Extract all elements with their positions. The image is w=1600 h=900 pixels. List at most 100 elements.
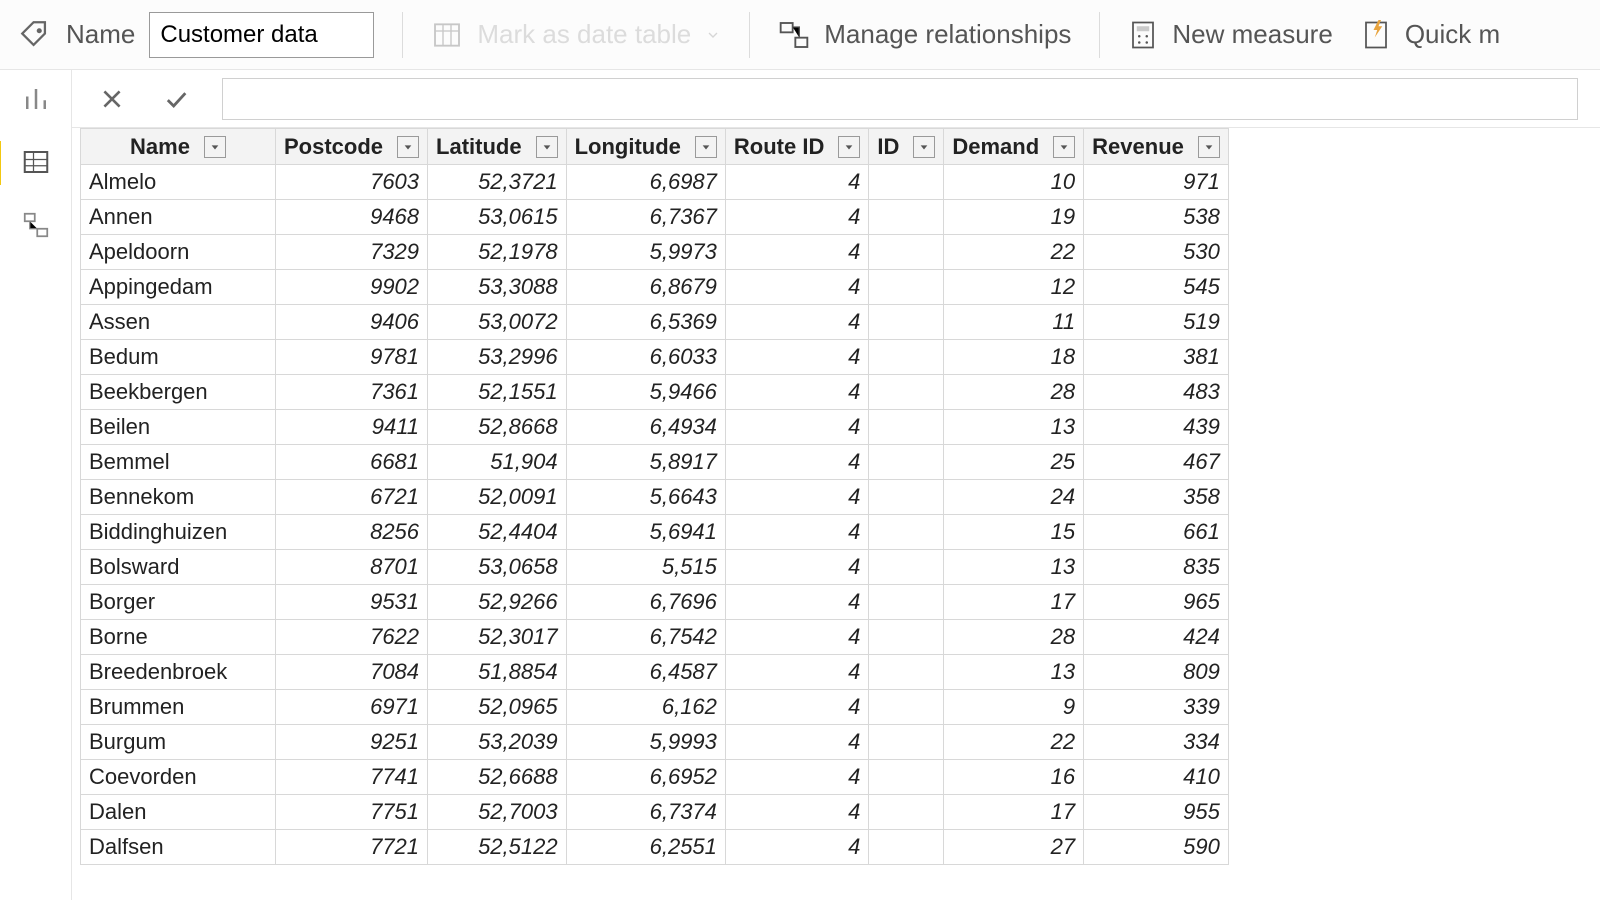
column-header-route[interactable]: Route ID	[725, 129, 868, 165]
table-row[interactable]: Borne762252,30176,7542428424	[81, 620, 1229, 655]
column-header-id[interactable]: ID	[869, 129, 944, 165]
cell-long[interactable]: 6,7542	[566, 620, 725, 655]
filter-dropdown-icon[interactable]	[1053, 136, 1075, 158]
cell-demand[interactable]: 18	[944, 340, 1084, 375]
cell-long[interactable]: 5,515	[566, 550, 725, 585]
cell-name[interactable]: Biddinghuizen	[81, 515, 276, 550]
cell-long[interactable]: 6,7696	[566, 585, 725, 620]
cell-lat[interactable]: 52,0965	[428, 690, 567, 725]
cell-postcode[interactable]: 7622	[276, 620, 428, 655]
table-row[interactable]: Beilen941152,86686,4934413439	[81, 410, 1229, 445]
cell-demand[interactable]: 28	[944, 375, 1084, 410]
cell-lat[interactable]: 52,9266	[428, 585, 567, 620]
cell-name[interactable]: Bolsward	[81, 550, 276, 585]
cell-demand[interactable]: 11	[944, 305, 1084, 340]
cell-route[interactable]: 4	[725, 795, 868, 830]
cell-lat[interactable]: 52,1978	[428, 235, 567, 270]
cell-name[interactable]: Bennekom	[81, 480, 276, 515]
cell-postcode[interactable]: 7603	[276, 165, 428, 200]
cell-long[interactable]: 6,5369	[566, 305, 725, 340]
cell-lat[interactable]: 52,4404	[428, 515, 567, 550]
cell-demand[interactable]: 9	[944, 690, 1084, 725]
table-row[interactable]: Annen946853,06156,7367419538	[81, 200, 1229, 235]
cell-name[interactable]: Burgum	[81, 725, 276, 760]
cell-name[interactable]: Breedenbroek	[81, 655, 276, 690]
cell-demand[interactable]: 24	[944, 480, 1084, 515]
cell-long[interactable]: 5,9993	[566, 725, 725, 760]
cell-demand[interactable]: 17	[944, 795, 1084, 830]
table-row[interactable]: Burgum925153,20395,9993422334	[81, 725, 1229, 760]
cell-id[interactable]	[869, 340, 944, 375]
cell-id[interactable]	[869, 375, 944, 410]
column-header-name[interactable]: Name	[81, 129, 276, 165]
table-row[interactable]: Almelo760352,37216,6987410971	[81, 165, 1229, 200]
table-name-input[interactable]	[149, 12, 374, 58]
cell-name[interactable]: Coevorden	[81, 760, 276, 795]
cell-revenue[interactable]: 467	[1084, 445, 1229, 480]
table-row[interactable]: Bedum978153,29966,6033418381	[81, 340, 1229, 375]
cell-long[interactable]: 6,4934	[566, 410, 725, 445]
cell-long[interactable]: 5,6643	[566, 480, 725, 515]
new-measure-button[interactable]: New measure	[1128, 19, 1332, 50]
cell-lat[interactable]: 53,2039	[428, 725, 567, 760]
cell-demand[interactable]: 13	[944, 655, 1084, 690]
cell-demand[interactable]: 13	[944, 410, 1084, 445]
cell-revenue[interactable]: 955	[1084, 795, 1229, 830]
cell-lat[interactable]: 53,0615	[428, 200, 567, 235]
cell-revenue[interactable]: 483	[1084, 375, 1229, 410]
commit-formula-button[interactable]	[158, 81, 194, 117]
table-row[interactable]: Appingedam990253,30886,8679412545	[81, 270, 1229, 305]
cell-demand[interactable]: 19	[944, 200, 1084, 235]
cell-route[interactable]: 4	[725, 270, 868, 305]
cell-revenue[interactable]: 530	[1084, 235, 1229, 270]
cell-lat[interactable]: 52,0091	[428, 480, 567, 515]
cell-route[interactable]: 4	[725, 445, 868, 480]
filter-dropdown-icon[interactable]	[536, 136, 558, 158]
cell-demand[interactable]: 27	[944, 830, 1084, 865]
cell-demand[interactable]: 16	[944, 760, 1084, 795]
cell-long[interactable]: 6,7374	[566, 795, 725, 830]
cell-postcode[interactable]: 9781	[276, 340, 428, 375]
cell-postcode[interactable]: 7721	[276, 830, 428, 865]
cell-name[interactable]: Annen	[81, 200, 276, 235]
column-header-long[interactable]: Longitude	[566, 129, 725, 165]
cell-demand[interactable]: 13	[944, 550, 1084, 585]
table-row[interactable]: Bemmel668151,9045,8917425467	[81, 445, 1229, 480]
manage-relationships-button[interactable]: Manage relationships	[778, 19, 1071, 51]
cell-id[interactable]	[869, 725, 944, 760]
cell-revenue[interactable]: 661	[1084, 515, 1229, 550]
cell-lat[interactable]: 52,5122	[428, 830, 567, 865]
cell-postcode[interactable]: 6681	[276, 445, 428, 480]
cell-lat[interactable]: 51,8854	[428, 655, 567, 690]
cell-postcode[interactable]: 9902	[276, 270, 428, 305]
cell-long[interactable]: 6,8679	[566, 270, 725, 305]
cell-revenue[interactable]: 358	[1084, 480, 1229, 515]
cell-lat[interactable]: 52,3721	[428, 165, 567, 200]
cell-name[interactable]: Apeldoorn	[81, 235, 276, 270]
cell-revenue[interactable]: 809	[1084, 655, 1229, 690]
report-view-button[interactable]	[21, 84, 51, 119]
table-row[interactable]: Apeldoorn732952,19785,9973422530	[81, 235, 1229, 270]
cell-lat[interactable]: 52,6688	[428, 760, 567, 795]
filter-dropdown-icon[interactable]	[913, 136, 935, 158]
cell-revenue[interactable]: 439	[1084, 410, 1229, 445]
cell-id[interactable]	[869, 515, 944, 550]
filter-dropdown-icon[interactable]	[204, 136, 226, 158]
filter-dropdown-icon[interactable]	[1198, 136, 1220, 158]
cell-lat[interactable]: 53,0658	[428, 550, 567, 585]
cell-route[interactable]: 4	[725, 585, 868, 620]
cell-postcode[interactable]: 9468	[276, 200, 428, 235]
cell-long[interactable]: 6,6952	[566, 760, 725, 795]
cell-long[interactable]: 5,8917	[566, 445, 725, 480]
column-header-postcode[interactable]: Postcode	[276, 129, 428, 165]
table-row[interactable]: Assen940653,00726,5369411519	[81, 305, 1229, 340]
cell-route[interactable]: 4	[725, 480, 868, 515]
table-row[interactable]: Bennekom672152,00915,6643424358	[81, 480, 1229, 515]
cell-long[interactable]: 5,9973	[566, 235, 725, 270]
cell-route[interactable]: 4	[725, 410, 868, 445]
table-row[interactable]: Biddinghuizen825652,44045,6941415661	[81, 515, 1229, 550]
cell-demand[interactable]: 17	[944, 585, 1084, 620]
cell-route[interactable]: 4	[725, 550, 868, 585]
cell-lat[interactable]: 52,7003	[428, 795, 567, 830]
cell-long[interactable]: 6,4587	[566, 655, 725, 690]
